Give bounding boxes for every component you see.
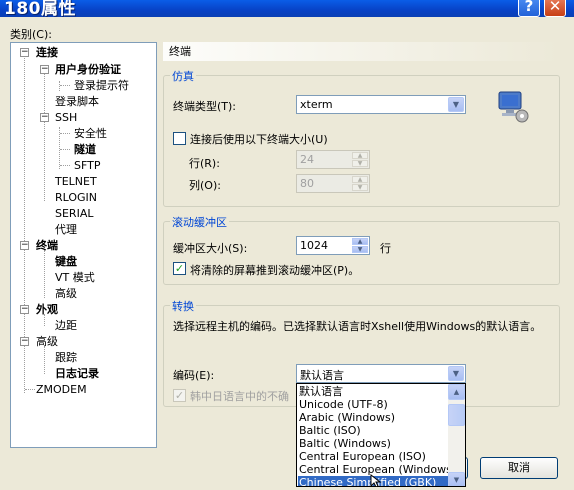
- scroll-down-icon[interactable]: ▼: [448, 472, 465, 486]
- buffer-size-unit: 行: [380, 242, 391, 255]
- chevron-down-icon[interactable]: ▼: [448, 97, 464, 112]
- collapse-icon[interactable]: −: [20, 48, 29, 57]
- tree-item-vt-modes[interactable]: VT 模式: [55, 271, 95, 284]
- tree-line: [44, 250, 45, 298]
- rows-spinner[interactable]: 24 ▲ ▼: [296, 150, 370, 169]
- collapse-icon[interactable]: −: [40, 113, 49, 122]
- scrollback-group-title: 滚动缓冲区: [170, 214, 229, 230]
- encoding-select[interactable]: 默认语言 ▼: [296, 364, 466, 383]
- rows-label: 行(R):: [189, 157, 220, 170]
- terminal-settings-icon: [497, 90, 531, 124]
- tree-item-login-scripts[interactable]: 登录脚本: [55, 95, 99, 108]
- tree-item-margins[interactable]: 边距: [55, 319, 77, 332]
- tree-item-appearance[interactable]: 外观: [36, 303, 58, 316]
- tree-line: [60, 133, 70, 134]
- help-button[interactable]: ?: [518, 0, 540, 17]
- resize-checkbox[interactable]: [173, 132, 186, 145]
- tree-item-sftp[interactable]: SFTP: [74, 159, 100, 172]
- page-title: 终端: [163, 42, 560, 61]
- spin-up-icon[interactable]: ▲: [352, 152, 368, 159]
- spin-down-icon[interactable]: ▼: [352, 246, 368, 253]
- tree-item-zmodem[interactable]: ZMODEM: [36, 383, 87, 396]
- encoding-label: 编码(E):: [173, 369, 215, 382]
- encoding-option[interactable]: Baltic (ISO): [299, 424, 361, 437]
- tree-item-connection[interactable]: 连接: [36, 46, 58, 59]
- tree-item-rlogin[interactable]: RLOGIN: [55, 191, 97, 204]
- tree-line: [60, 165, 70, 166]
- title-bar: 180属性 ? ✕: [0, 0, 574, 17]
- buffer-size-label: 缓冲区大小(S):: [173, 242, 248, 255]
- tree-item-security[interactable]: 安全性: [74, 127, 107, 140]
- buffer-spin-buttons: ▲ ▼: [352, 238, 368, 253]
- spin-up-icon[interactable]: ▲: [352, 176, 368, 183]
- tree-item-advanced[interactable]: 高级: [36, 335, 58, 348]
- encoding-dropdown-list[interactable]: 默认语言 Unicode (UTF-8) Arabic (Windows) Ba…: [296, 383, 466, 487]
- tree-item-login-prompts[interactable]: 登录提示符: [74, 79, 129, 92]
- emulation-group-title: 仿真: [170, 68, 196, 84]
- push-screen-checkbox[interactable]: ✓: [173, 262, 186, 275]
- cjk-ambiguous-checkbox-label: 韩中日语言中的不确: [190, 390, 289, 403]
- rows-spin-buttons: ▲ ▼: [352, 152, 368, 167]
- dropdown-scrollbar[interactable]: ▲ ▼: [448, 384, 465, 486]
- cols-value: 80: [300, 177, 314, 190]
- spin-up-icon[interactable]: ▲: [352, 238, 368, 245]
- tree-line: [44, 346, 45, 374]
- collapse-icon[interactable]: −: [20, 241, 29, 250]
- terminal-type-label: 终端类型(T):: [173, 100, 237, 113]
- mouse-cursor-icon: [370, 473, 382, 488]
- buffer-size-value: 1024: [300, 239, 328, 252]
- cols-label: 列(O):: [189, 179, 221, 192]
- encoding-option[interactable]: Arabic (Windows): [299, 411, 395, 424]
- tree-line: [59, 81, 60, 91]
- category-tree[interactable]: − 连接 − 用户身份验证 登录提示符 登录脚本 − SSH 安全性 隧道 SF…: [10, 42, 157, 448]
- chevron-down-icon[interactable]: ▼: [448, 366, 464, 381]
- encoding-option[interactable]: Baltic (Windows): [299, 437, 391, 450]
- terminal-type-value: xterm: [300, 98, 333, 111]
- cols-spin-buttons: ▲ ▼: [352, 176, 368, 191]
- push-screen-checkbox-label: 将清除的屏幕推到滚动缓冲区(P)。: [190, 264, 360, 277]
- tree-item-terminal[interactable]: 终端: [36, 239, 58, 252]
- collapse-icon[interactable]: −: [20, 337, 29, 346]
- encoding-value: 默认语言: [300, 369, 344, 382]
- encoding-option[interactable]: Central European (ISO): [299, 450, 426, 463]
- tree-item-trace[interactable]: 跟踪: [55, 351, 77, 364]
- tree-item-proxy[interactable]: 代理: [55, 223, 77, 236]
- tree-line: [44, 69, 45, 201]
- window-title: 180属性: [4, 0, 76, 17]
- tree-line: [25, 389, 35, 390]
- cols-spinner[interactable]: 80 ▲ ▼: [296, 174, 370, 193]
- rows-value: 24: [300, 153, 314, 166]
- cancel-button[interactable]: 取消: [480, 457, 558, 479]
- encoding-option[interactable]: Unicode (UTF-8): [299, 398, 388, 411]
- tree-item-telnet[interactable]: TELNET: [55, 175, 97, 188]
- tree-line: [60, 149, 70, 150]
- category-label: 类别(C):: [10, 28, 52, 41]
- terminal-type-select[interactable]: xterm ▼: [296, 95, 466, 114]
- collapse-icon[interactable]: −: [40, 65, 49, 74]
- tree-item-keyboard[interactable]: 键盘: [55, 255, 77, 268]
- scrollbar-thumb[interactable]: [448, 404, 465, 426]
- tree-item-tunneling[interactable]: 隧道: [74, 143, 96, 156]
- tree-item-serial[interactable]: SERIAL: [55, 207, 93, 220]
- buffer-size-spinner[interactable]: 1024 ▲ ▼: [296, 236, 370, 255]
- tree-line: [60, 85, 70, 86]
- cjk-ambiguous-checkbox[interactable]: ✓: [173, 389, 186, 402]
- tree-item-user-auth[interactable]: 用户身份验证: [55, 63, 121, 76]
- tree-item-logging[interactable]: 日志记录: [55, 367, 99, 380]
- resize-checkbox-label: 连接后使用以下终端大小(U): [190, 133, 328, 146]
- close-button[interactable]: ✕: [544, 0, 566, 17]
- spin-down-icon[interactable]: ▼: [352, 184, 368, 191]
- encoding-description: 选择远程主机的编码。已选择默认语言时Xshell使用Windows的默认语言。: [173, 320, 542, 333]
- translation-group-title: 转换: [170, 298, 196, 314]
- encoding-option[interactable]: 默认语言: [299, 385, 343, 398]
- tree-item-terminal-advanced[interactable]: 高级: [55, 287, 77, 300]
- spin-down-icon[interactable]: ▼: [352, 160, 368, 167]
- tree-item-ssh[interactable]: SSH: [55, 111, 77, 124]
- scroll-up-icon[interactable]: ▲: [448, 384, 465, 400]
- collapse-icon[interactable]: −: [20, 305, 29, 314]
